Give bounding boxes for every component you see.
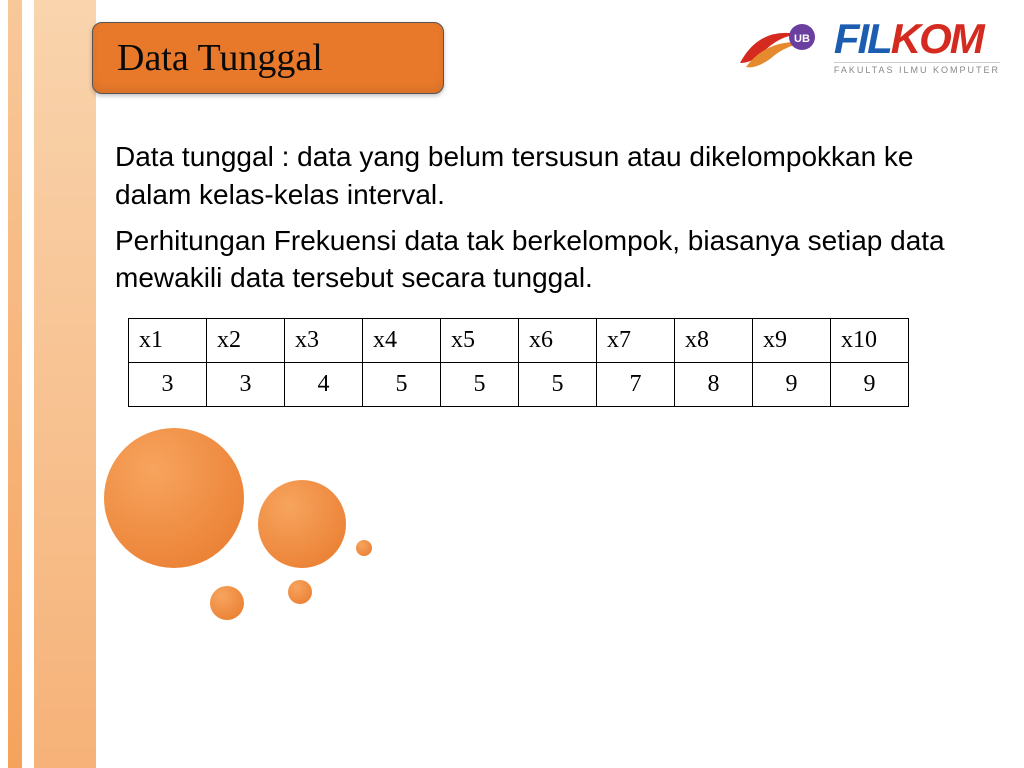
table-cell: 7: [597, 363, 675, 407]
paragraph-2: Perhitungan Frekuensi data tak berkelomp…: [115, 222, 945, 298]
logo: UB FILKOM FAKULTAS ILMU KOMPUTER: [732, 18, 1000, 75]
table-header-cell: x2: [207, 319, 285, 363]
table-header-cell: x6: [519, 319, 597, 363]
table-cell: 8: [675, 363, 753, 407]
table-cell: 3: [129, 363, 207, 407]
table-header-cell: x10: [831, 319, 909, 363]
table-cell: 9: [753, 363, 831, 407]
table-cell: 5: [519, 363, 597, 407]
decor-stripe-wide: [34, 0, 96, 768]
table-header-cell: x1: [129, 319, 207, 363]
table-value-row: 3 3 4 5 5 5 7 8 9 9: [129, 363, 909, 407]
table-header-cell: x4: [363, 319, 441, 363]
table-header-cell: x9: [753, 319, 831, 363]
data-table: x1 x2 x3 x4 x5 x6 x7 x8 x9 x10 3 3 4 5 5…: [128, 318, 909, 407]
logo-swoosh-icon: UB: [732, 19, 828, 75]
title-box: Data Tunggal: [92, 22, 444, 94]
table-header-cell: x8: [675, 319, 753, 363]
logo-part1: FIL: [834, 15, 891, 62]
logo-subtitle: FAKULTAS ILMU KOMPUTER: [834, 62, 1000, 75]
decor-circle-small-2: [288, 580, 312, 604]
logo-text: FILKOM FAKULTAS ILMU KOMPUTER: [834, 18, 1000, 75]
table-cell: 5: [363, 363, 441, 407]
table-cell: 4: [285, 363, 363, 407]
paragraph-1: Data tunggal : data yang belum tersusun …: [115, 138, 945, 214]
decor-circle-small-1: [210, 586, 244, 620]
table-header-cell: x3: [285, 319, 363, 363]
ub-badge-text: UB: [794, 33, 810, 45]
decor-circle-medium: [258, 480, 346, 568]
page-title: Data Tunggal: [117, 36, 323, 80]
decor-circle-big: [104, 428, 244, 568]
content-area: Data tunggal : data yang belum tersusun …: [115, 138, 945, 305]
logo-part2: KOM: [891, 15, 983, 62]
table-header-row: x1 x2 x3 x4 x5 x6 x7 x8 x9 x10: [129, 319, 909, 363]
table-cell: 9: [831, 363, 909, 407]
table-cell: 3: [207, 363, 285, 407]
table-header-cell: x5: [441, 319, 519, 363]
decor-circle-small-3: [356, 540, 372, 556]
table-cell: 5: [441, 363, 519, 407]
table-header-cell: x7: [597, 319, 675, 363]
decor-stripe-thin: [8, 0, 22, 768]
